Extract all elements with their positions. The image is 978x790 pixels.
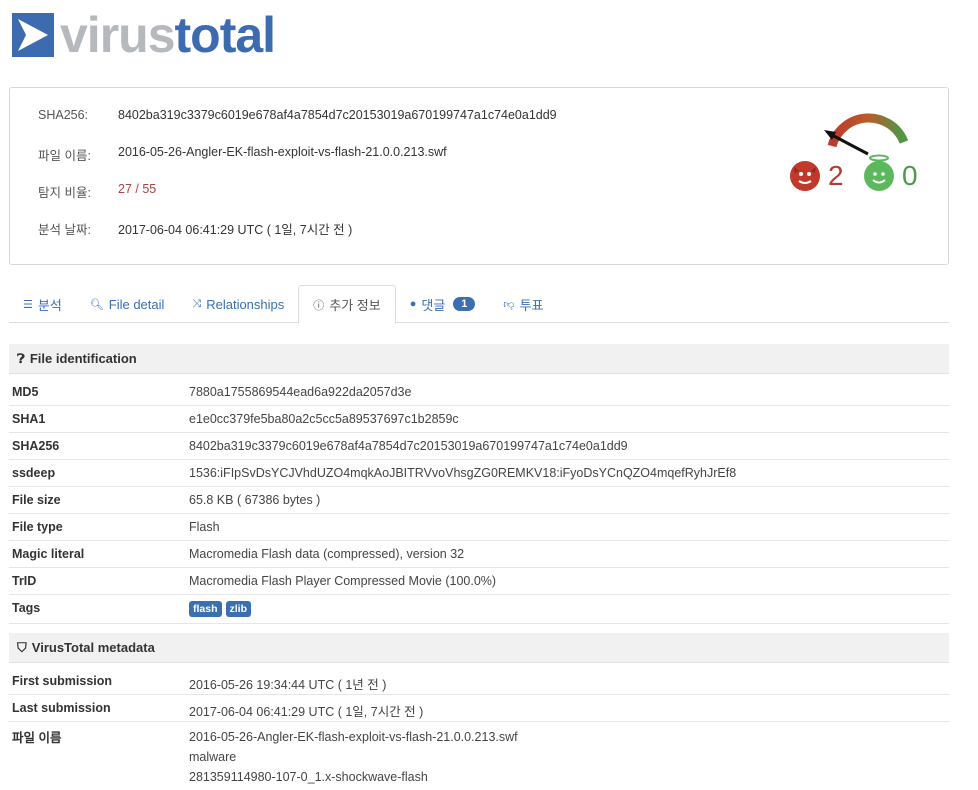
summary-filename-row: 파일 이름: 2016-05-26-Angler-EK-flash-exploi… — [38, 145, 447, 164]
row-last-submission: Last submission 2017-06-04 06:41:29 UTC … — [9, 696, 949, 722]
row-value: 2016-05-26 19:34:44 UTC ( 1년 전 ) — [189, 678, 387, 692]
row-file-type: File type Flash — [9, 515, 949, 541]
summary-panel: SHA256: 8402ba319c3379c6019e678af4a7854d… — [9, 87, 949, 265]
summary-sha256-row: SHA256: 8402ba319c3379c6019e678af4a7854d… — [38, 108, 557, 122]
summary-value: 2017-06-04 06:41:29 UTC ( 1일, 7시간 전 ) — [118, 223, 353, 237]
row-label: File type — [12, 520, 63, 534]
comment-icon: ● — [409, 298, 417, 310]
row-value[interactable]: e1e0cc379fe5ba80a2c5cc5a89537697c1b2859c — [189, 412, 459, 432]
row-value[interactable]: 8402ba319c3379c6019e678af4a7854d7c201530… — [189, 439, 628, 459]
row-label: Magic literal — [12, 547, 85, 561]
row-label: Tags — [12, 601, 41, 615]
summary-value: 8402ba319c3379c6019e678af4a7854d7c201530… — [118, 108, 557, 122]
row-value: 2017-06-04 06:41:29 UTC ( 1일, 7시간 전 ) — [189, 705, 424, 719]
summary-label: 탐지 비율: — [38, 186, 91, 200]
file-name-item: malware — [189, 750, 237, 764]
row-tags: Tags flash zlib — [9, 596, 949, 624]
tab-label: 투표 — [519, 297, 544, 313]
tag-zlib[interactable]: zlib — [225, 601, 252, 617]
tag-flash[interactable]: flash — [189, 601, 222, 617]
detection-gauge-icon — [824, 113, 909, 156]
harmless-score[interactable]: 0 — [864, 154, 918, 192]
logo-text: virustotal — [60, 7, 276, 63]
row-label: TrID — [12, 574, 37, 588]
tab-analysis[interactable]: ☰ 분석 — [9, 285, 76, 323]
shuffle-icon: ⤨ — [192, 297, 202, 310]
file-identification-header: ❓︎ File identification — [9, 344, 949, 374]
metadata-header: ⛉ VirusTotal metadata — [9, 633, 949, 663]
devil-face-icon — [790, 161, 820, 191]
logo-mark-icon — [12, 13, 54, 57]
file-name-item: 2016-05-26-Angler-EK-flash-exploit-vs-fl… — [189, 730, 518, 744]
tab-label: File detail — [108, 296, 165, 312]
malicious-count: 2 — [828, 160, 844, 191]
row-label: SHA256 — [12, 439, 60, 453]
row-trid: TrID Macromedia Flash Player Compressed … — [9, 569, 949, 595]
thumbs-down-icon: 👎︎ — [503, 298, 515, 311]
row-sha256: SHA256 8402ba319c3379c6019e678af4a7854d7… — [9, 434, 949, 460]
comment-count-badge: 1 — [453, 297, 476, 311]
tab-votes[interactable]: 👎︎ 투표 — [489, 285, 557, 323]
row-ssdeep: ssdeep 1536:iFIpSvDsYCJVhdUZO4mqkAoJBITR… — [9, 461, 949, 487]
tab-comments[interactable]: ● 댓글 1 — [396, 285, 490, 323]
row-label: 파일 이름 — [12, 731, 62, 745]
tab-label: Relationships — [206, 296, 285, 312]
file-name-list: 2016-05-26-Angler-EK-flash-exploit-vs-fl… — [189, 727, 518, 790]
row-label: ssdeep — [12, 466, 56, 480]
question-circle-icon: ❓︎ — [17, 350, 25, 366]
summary-date-row: 분석 날짜: 2017-06-04 06:41:29 UTC ( 1일, 7시간… — [38, 219, 352, 238]
summary-label: SHA256: — [38, 108, 89, 122]
row-label: First submission — [12, 674, 113, 688]
summary-detection-row: 탐지 비율: 27 / 55 — [38, 182, 156, 201]
summary-label: 분석 날짜: — [38, 223, 91, 237]
tag-icon: ⛉ — [17, 639, 27, 655]
harmless-count: 0 — [902, 160, 918, 191]
row-label: File size — [12, 493, 61, 507]
row-magic-literal: Magic literal Macromedia Flash data (com… — [9, 542, 949, 568]
tab-label: 추가 정보 — [329, 298, 381, 313]
row-first-submission: First submission 2016-05-26 19:34:44 UTC… — [9, 669, 949, 695]
section-title: File identification — [29, 351, 137, 366]
tag-list: flash zlib — [189, 601, 255, 623]
list-icon: ☰ — [23, 298, 33, 311]
detection-ratio: 27 / 55 — [118, 182, 157, 196]
tab-relationships[interactable]: ⤨ Relationships — [178, 285, 298, 323]
row-value: Macromedia Flash Player Compressed Movie… — [189, 574, 497, 588]
virustotal-logo[interactable]: virustotal — [12, 7, 276, 63]
row-md5: MD5 7880a1755869544ead6a922da2057d3e — [9, 380, 949, 406]
angel-face-icon — [864, 154, 894, 191]
tab-bar: ☰ 분석 🔍︎ File detail ⤨ Relationships ⓘ 추가… — [9, 285, 949, 324]
tab-label: 분석 — [37, 297, 62, 313]
row-value[interactable]: 1536:iFIpSvDsYCJVhdUZO4mqkAoJBITRVvoVhsg… — [189, 466, 736, 486]
info-icon: ⓘ — [313, 299, 325, 312]
row-file-size: File size 65.8 KB ( 67386 bytes ) — [9, 488, 949, 514]
section-title: VirusTotal metadata — [31, 640, 155, 655]
malicious-score[interactable]: 2 — [790, 160, 844, 192]
search-icon: 🔍︎ — [89, 298, 104, 311]
row-label: Last submission — [12, 701, 111, 715]
row-value: 65.8 KB ( 67386 bytes ) — [189, 493, 321, 507]
file-name-item: 281359114980-107-0_1.x-shockwave-flash — [189, 770, 428, 784]
summary-label: 파일 이름: — [38, 149, 91, 163]
row-value[interactable]: 7880a1755869544ead6a922da2057d3e — [189, 385, 411, 405]
tab-file-detail[interactable]: 🔍︎ File detail — [76, 285, 179, 323]
row-value: Macromedia Flash data (compressed), vers… — [189, 547, 465, 561]
row-label: SHA1 — [12, 412, 46, 426]
row-value: Flash — [189, 520, 220, 534]
tab-additional-info[interactable]: ⓘ 추가 정보 — [298, 285, 396, 324]
row-file-names: 파일 이름 2016-05-26-Angler-EK-flash-exploit… — [9, 723, 949, 790]
row-label: MD5 — [12, 385, 39, 399]
summary-value: 2016-05-26-Angler-EK-flash-exploit-vs-fl… — [118, 145, 447, 159]
tab-label: 댓글 — [421, 297, 446, 313]
row-sha1: SHA1 e1e0cc379fe5ba80a2c5cc5a89537697c1b… — [9, 407, 949, 433]
